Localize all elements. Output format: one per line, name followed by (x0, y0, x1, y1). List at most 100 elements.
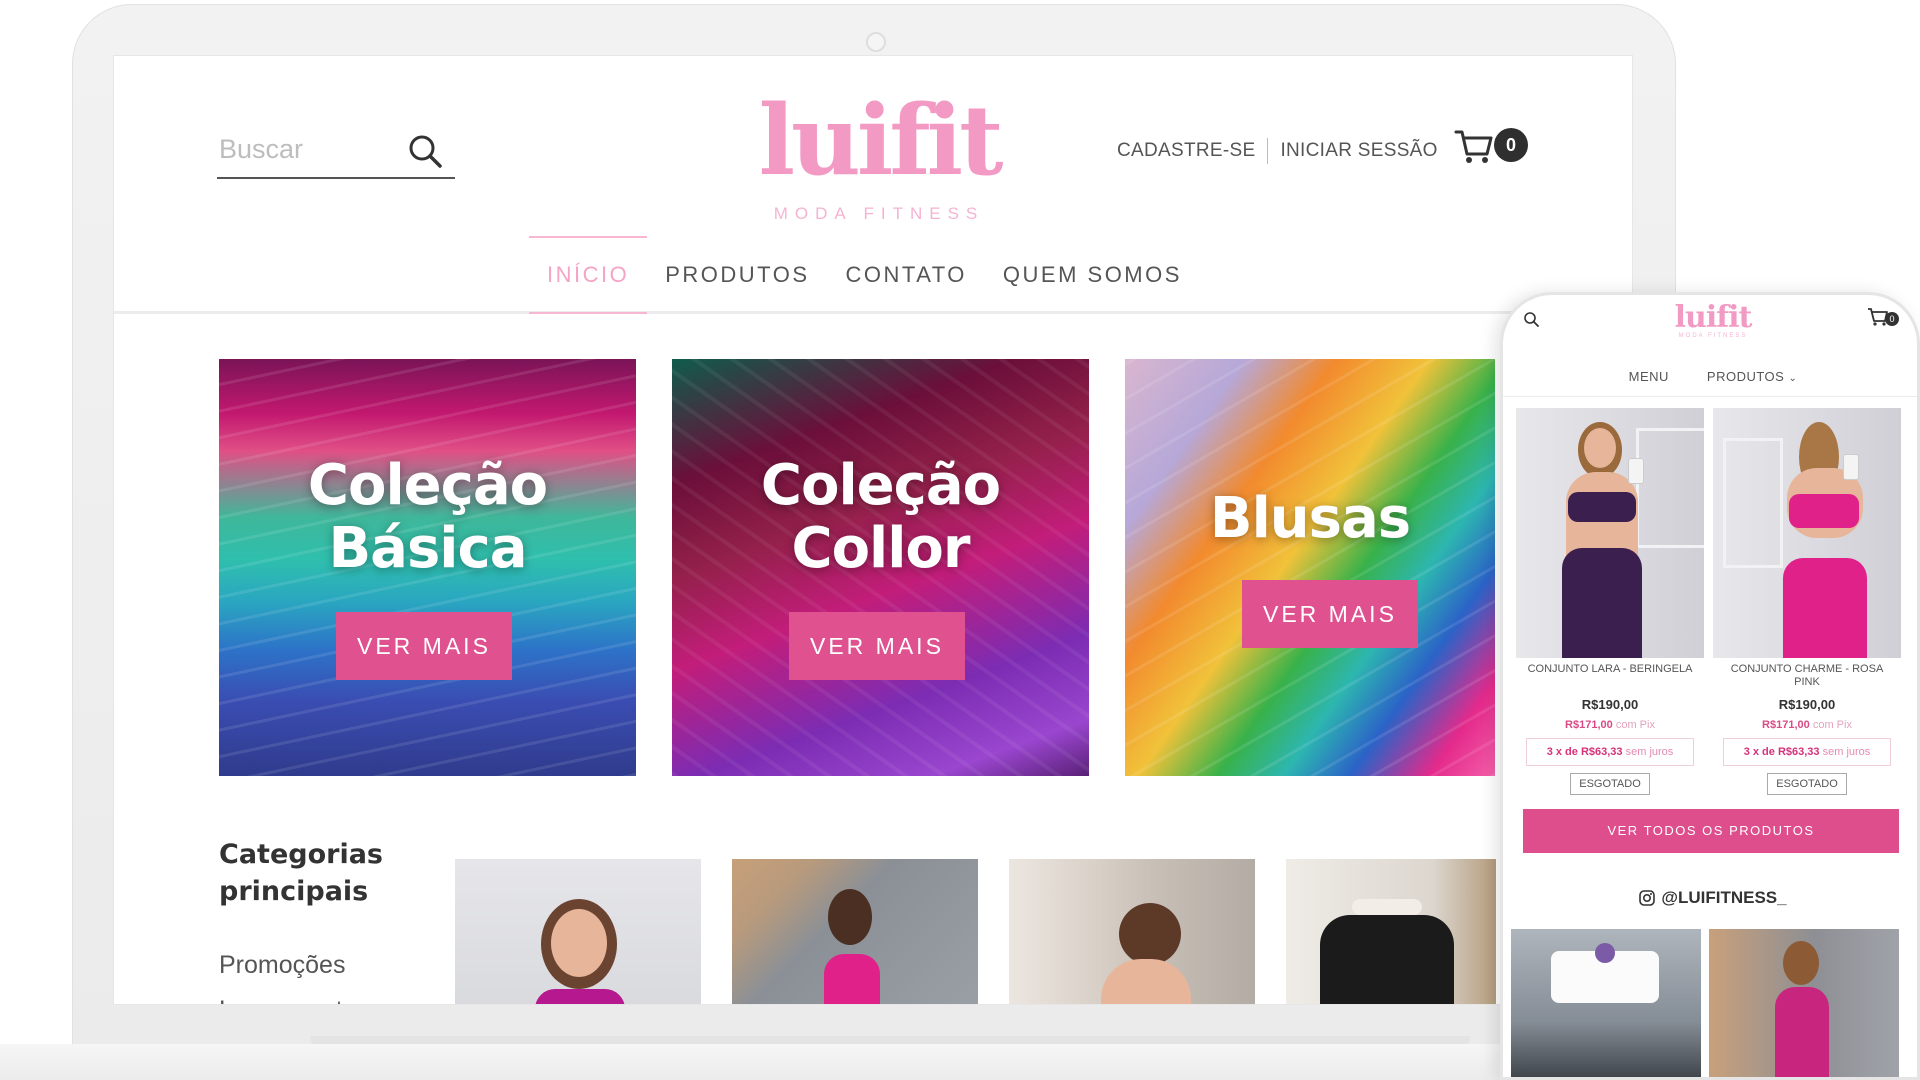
sold-out-badge: ESGOTADO (1767, 773, 1847, 795)
product-pix-price: R$171,00 com Pix (1516, 719, 1704, 731)
installments-suffix: sem juros (1625, 746, 1674, 758)
cart-count-badge: 0 (1494, 128, 1528, 162)
main-nav: INÍCIO PRODUTOS CONTATO QUEM SOMOS (529, 236, 1200, 314)
site-header: luifit MODA FITNESS CADASTRE-SE INICIAR … (114, 56, 1632, 314)
wall-panel (1723, 438, 1783, 568)
nav-item-contato[interactable]: CONTATO (828, 236, 985, 314)
model-top (535, 989, 625, 1004)
mannequin-neck (1352, 899, 1422, 915)
mobile-nav-menu[interactable]: MENU (1629, 369, 1669, 384)
banner-colecao-basica[interactable]: Coleção Básica VER MAIS (219, 359, 636, 776)
model-top (824, 954, 880, 1004)
installments-prefix: 3 x de (1743, 746, 1775, 758)
product-name[interactable]: CONJUNTO LARA - BERINGELA (1526, 663, 1694, 676)
installments-prefix: 3 x de (1546, 746, 1578, 758)
instagram-post[interactable] (1511, 929, 1701, 1077)
banner-title-line2: Básica (328, 516, 528, 581)
account-divider (1267, 138, 1269, 164)
product-card[interactable]: CONJUNTO LARA - BERINGELA R$190,00 R$171… (1516, 408, 1704, 828)
phone-in-mirror (1843, 454, 1859, 480)
cart-icon (1454, 130, 1493, 163)
banner-title-line1: Coleção (760, 453, 1001, 518)
search-input[interactable] (217, 129, 397, 169)
outfit-leggings (1562, 548, 1642, 658)
nav-item-produtos[interactable]: PRODUTOS (647, 236, 827, 314)
instagram-handle: @LUIFITNESS_ (1661, 888, 1787, 907)
search-button[interactable] (405, 131, 445, 171)
phone-in-mirror (1628, 458, 1644, 484)
banner-title: Blusas (1209, 486, 1411, 551)
pix-price-value: R$171,00 (1565, 719, 1613, 731)
mobile-logo-tagline: MODA FITNESS (1678, 333, 1748, 339)
installment-value: R$63,33 (1777, 746, 1820, 758)
sold-out-badge: ESGOTADO (1570, 773, 1650, 795)
banner-title-line1: Coleção (307, 453, 548, 518)
product-price: R$190,00 (1581, 697, 1639, 712)
desktop-screen: luifit MODA FITNESS CADASTRE-SE INICIAR … (113, 55, 1633, 1005)
banner-colecao-collor[interactable]: Coleção Collor VER MAIS (672, 359, 1089, 776)
laptop-camera (866, 32, 886, 52)
logo-tagline: MODA FITNESS (773, 204, 985, 223)
logo-wordmark: luifit (758, 84, 1004, 197)
model-hair (828, 889, 872, 945)
pix-price-value: R$171,00 (1762, 719, 1810, 731)
outfit-top (1789, 494, 1859, 528)
mobile-nav-produtos[interactable]: PRODUTOS ⌄ (1707, 369, 1797, 384)
banner-blusas[interactable]: Blusas VER MAIS (1125, 359, 1495, 776)
banner-title-line2: Collor (791, 516, 970, 581)
model-hair (1119, 903, 1181, 965)
site-logo[interactable]: luifit MODA FITNESS (754, 86, 1004, 236)
outfit-top (1568, 492, 1636, 522)
category-thumb[interactable] (1009, 859, 1255, 1004)
product-photo[interactable] (1713, 408, 1901, 658)
installments-suffix: sem juros (1822, 746, 1871, 758)
mobile-nav-produtos-label: PRODUTOS (1706, 369, 1785, 384)
product-photo[interactable] (1516, 408, 1704, 658)
nav-item-quem-somos[interactable]: QUEM SOMOS (985, 236, 1200, 314)
mobile-device: luifit MODA FITNESS 0 MENU PRODUTOS ⌄ CO… (1500, 292, 1920, 1080)
installment-value: R$63,33 (1580, 746, 1623, 758)
mobile-cart-button[interactable]: 0 (1867, 307, 1907, 335)
instagram-icon (1639, 890, 1656, 906)
model-hair (1783, 941, 1819, 985)
ver-mais-button[interactable]: VER MAIS (789, 612, 965, 680)
search-icon (409, 135, 442, 168)
product-card[interactable]: CONJUNTO CHARME - ROSA PINK R$190,00 R$1… (1713, 408, 1901, 828)
login-link[interactable]: INICIAR SESSÃO (1280, 140, 1437, 162)
mobile-logo[interactable]: luifit (1663, 301, 1763, 335)
check-badge-icon (1595, 943, 1615, 963)
mobile-nav: MENU PRODUTOS ⌄ (1503, 357, 1917, 397)
mesh-shirt (1320, 915, 1454, 1004)
product-name[interactable]: CONJUNTO CHARME - ROSA PINK (1723, 663, 1891, 689)
account-links: CADASTRE-SE INICIAR SESSÃO (1117, 135, 1438, 167)
product-installments: 3 x de R$63,33 sem juros (1526, 738, 1694, 766)
cart-count-badge: 0 (1885, 312, 1899, 326)
model-face (551, 909, 607, 977)
outfit-leggings (1783, 558, 1867, 658)
instagram-heading[interactable]: @LUIFITNESS_ (1503, 888, 1917, 908)
cart-button[interactable]: 0 (1454, 124, 1544, 174)
ver-mais-button[interactable]: VER MAIS (336, 612, 512, 680)
product-price: R$190,00 (1778, 697, 1836, 712)
product-installments: 3 x de R$63,33 sem juros (1723, 738, 1891, 766)
pix-suffix: com Pix (1615, 719, 1655, 731)
category-thumb[interactable] (732, 859, 978, 1004)
chevron-down-icon: ⌄ (1788, 373, 1798, 384)
instagram-post[interactable] (1709, 929, 1899, 1077)
model-shoulders (1101, 959, 1191, 1004)
register-link[interactable]: CADASTRE-SE (1117, 140, 1255, 162)
model-outfit (1775, 987, 1829, 1077)
search-icon[interactable] (1523, 311, 1539, 327)
view-all-products-button[interactable]: VER TODOS OS PRODUTOS (1523, 809, 1899, 853)
product-pix-price: R$171,00 com Pix (1713, 719, 1901, 731)
mobile-header: luifit MODA FITNESS 0 (1503, 295, 1917, 345)
pix-suffix: com Pix (1812, 719, 1852, 731)
category-link-promocoes[interactable]: Promoções (219, 951, 345, 980)
nav-item-inicio[interactable]: INÍCIO (529, 236, 648, 314)
category-thumb[interactable] (1286, 859, 1496, 1004)
ver-mais-button[interactable]: VER MAIS (1242, 580, 1418, 648)
search-box (217, 121, 455, 179)
model-face (1584, 428, 1616, 468)
category-thumb[interactable] (455, 859, 701, 1004)
category-link-lancamentos[interactable]: Lançamentos (219, 996, 369, 1004)
